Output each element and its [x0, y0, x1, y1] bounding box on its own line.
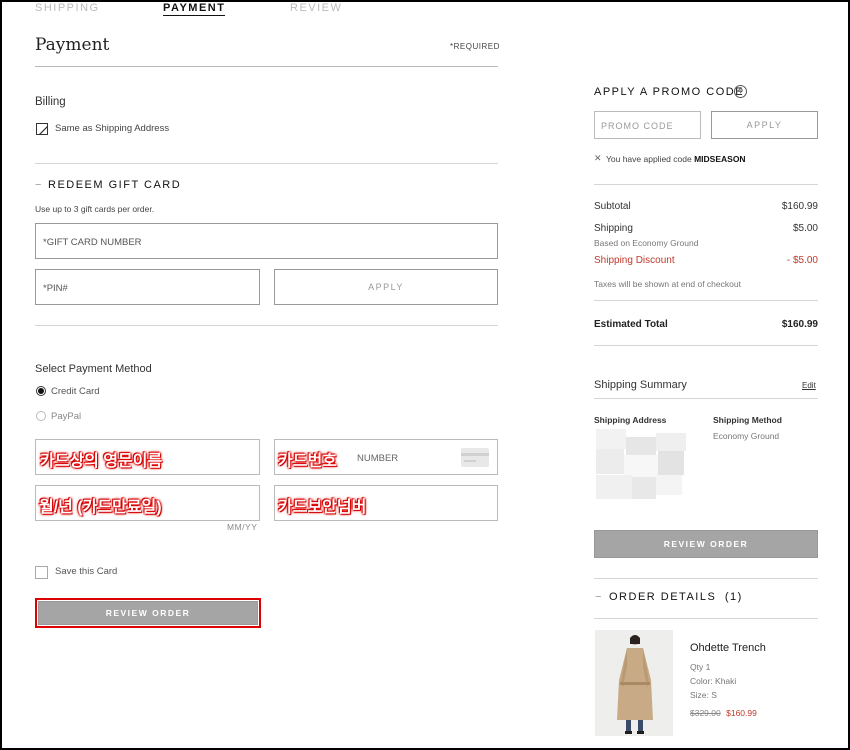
product-qty: Qty 1: [690, 662, 711, 672]
order-details-heading[interactable]: ORDER DETAILS (1): [609, 591, 743, 603]
paypal-label: PayPal: [51, 411, 82, 422]
checkmark-icon: [39, 126, 47, 134]
expiry-hint: MM/YY: [227, 522, 258, 532]
step-payment[interactable]: PAYMENT: [163, 2, 226, 16]
gift-card-apply-button[interactable]: APPLY: [274, 269, 498, 305]
promo-heading: APPLY A PROMO CODE: [594, 86, 745, 98]
divider: [35, 163, 498, 164]
promo-applied-prefix: You have applied code: [606, 154, 692, 164]
credit-card-label: Credit Card: [51, 386, 100, 397]
shipping-value: $5.00: [792, 223, 818, 234]
shipping-method-value: Economy Ground: [713, 431, 780, 441]
card-cvv-input[interactable]: 카드보안넘버: [274, 485, 498, 521]
shipping-discount-value: - $5.00: [786, 255, 818, 266]
gift-card-help: Use up to 3 gift cards per order.: [35, 204, 155, 214]
shipping-summary-title: Shipping Summary: [594, 379, 687, 391]
card-number-input[interactable]: 카드번호 NUMBER: [274, 439, 498, 475]
card-name-input[interactable]: 카드상의 영문이름: [35, 439, 260, 475]
divider: [594, 184, 818, 185]
divider: [594, 300, 818, 301]
tax-note: Taxes will be shown at end of checkout: [594, 279, 741, 289]
divider: [594, 618, 818, 619]
divider: [594, 578, 818, 579]
payment-method-label: Select Payment Method: [35, 363, 152, 375]
total-label: Estimated Total: [594, 319, 668, 330]
gift-card-number-placeholder: *GIFT CARD NUMBER: [43, 237, 142, 248]
gift-card-number-input[interactable]: *GIFT CARD NUMBER: [35, 223, 498, 259]
gift-card-heading[interactable]: REDEEM GIFT CARD: [48, 179, 181, 191]
same-as-shipping-checkbox[interactable]: [36, 123, 48, 135]
shipping-method-note: Based on Economy Ground: [594, 238, 699, 248]
review-order-highlight: REVIEW ORDER: [35, 598, 261, 628]
save-card-checkbox[interactable]: [35, 566, 48, 579]
collapse-icon[interactable]: −: [595, 591, 601, 603]
help-icon[interactable]: ?: [734, 85, 747, 98]
card-cvv-annotation: 카드보안넘버: [278, 499, 367, 516]
radio-dot-icon: [38, 388, 44, 394]
promo-applied-text: You have applied code MIDSEASON: [606, 154, 746, 164]
billing-label: Billing: [35, 96, 66, 108]
card-expiry-annotation: 월/년 (카드만료일): [39, 499, 162, 516]
shipping-discount-label: Shipping Discount: [594, 255, 675, 266]
divider: [594, 398, 818, 399]
same-as-shipping-label: Same as Shipping Address: [55, 123, 170, 134]
product-size: Size: S: [690, 690, 717, 700]
promo-code-input[interactable]: PROMO CODE: [594, 111, 701, 139]
collapse-icon[interactable]: −: [35, 179, 41, 191]
gift-card-pin-placeholder: *PIN#: [43, 283, 68, 294]
order-details-label: ORDER DETAILS: [609, 591, 717, 603]
shipping-address-label: Shipping Address: [594, 415, 667, 425]
product-image[interactable]: [595, 630, 673, 736]
shipping-method-label: Shipping Method: [713, 415, 782, 425]
divider: [35, 66, 498, 67]
promo-code-placeholder: PROMO CODE: [601, 121, 674, 131]
promo-apply-button[interactable]: APPLY: [711, 111, 818, 139]
trench-coat-image: [595, 630, 673, 736]
review-order-button[interactable]: REVIEW ORDER: [38, 601, 258, 625]
gift-card-pin-input[interactable]: *PIN#: [35, 269, 260, 305]
product-color: Color: Khaki: [690, 676, 737, 686]
card-name-annotation: 카드상의 영문이름: [40, 453, 163, 470]
edit-shipping-link[interactable]: Edit: [802, 381, 816, 390]
product-price: $329.00 $160.99: [690, 708, 757, 718]
step-shipping[interactable]: SHIPPING: [35, 2, 100, 14]
divider: [35, 325, 498, 326]
card-expiry-input[interactable]: 월/년 (카드만료일): [35, 485, 260, 521]
shipping-label: Shipping: [594, 223, 633, 234]
order-details-count: (1): [724, 591, 743, 603]
credit-card-icon: [461, 448, 489, 467]
remove-promo-icon[interactable]: ✕: [594, 153, 602, 164]
subtotal-value: $160.99: [781, 201, 818, 212]
subtotal-label: Subtotal: [594, 201, 631, 212]
sale-price: $160.99: [726, 708, 757, 718]
product-name[interactable]: Ohdette Trench: [690, 642, 766, 654]
credit-card-radio[interactable]: [36, 386, 46, 396]
summary-review-order-button[interactable]: REVIEW ORDER: [594, 530, 818, 558]
redacted-address: [596, 429, 686, 499]
card-number-placeholder: NUMBER: [357, 453, 399, 464]
save-card-label: Save this Card: [55, 566, 118, 577]
card-number-annotation: 카드번호: [278, 453, 337, 470]
total-value: $160.99: [781, 319, 818, 330]
divider: [594, 345, 818, 346]
page-title: Payment: [35, 35, 110, 55]
promo-applied-code: MIDSEASON: [694, 154, 746, 164]
required-note: *REQUIRED: [450, 42, 500, 51]
original-price: $329.00: [690, 708, 721, 718]
paypal-radio[interactable]: [36, 411, 46, 421]
step-review: REVIEW: [290, 2, 343, 14]
